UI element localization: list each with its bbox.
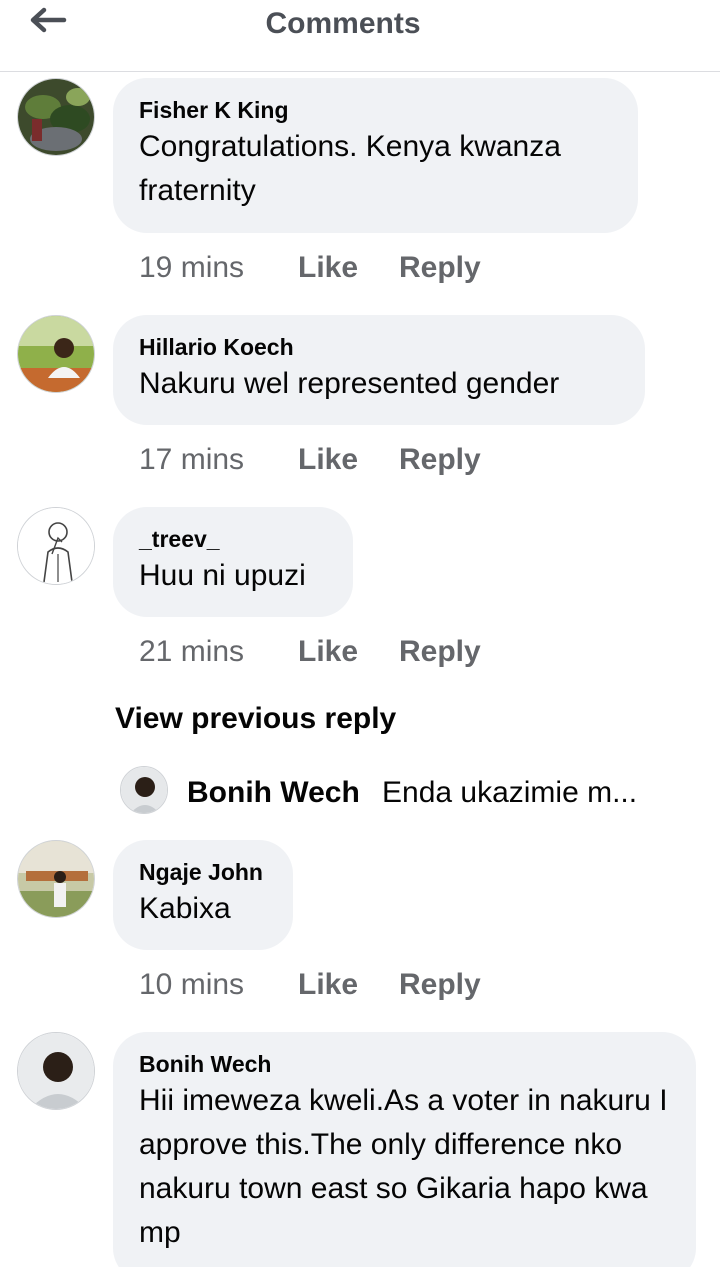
like-button[interactable]: Like bbox=[298, 442, 399, 478]
comment-text: Nakuru wel represented gender bbox=[139, 367, 560, 400]
comment-author[interactable]: Bonih Wech bbox=[139, 1049, 670, 1079]
avatar-photo bbox=[18, 841, 94, 917]
like-button[interactable]: Like bbox=[298, 967, 399, 1003]
comment-time[interactable]: 10 mins bbox=[139, 967, 298, 1003]
avatar[interactable] bbox=[17, 78, 95, 156]
avatar-photo bbox=[121, 767, 167, 813]
reply-author: Bonih Wech bbox=[187, 776, 360, 809]
avatar bbox=[120, 766, 168, 814]
avatar[interactable] bbox=[17, 840, 95, 918]
comment-bubble[interactable]: _treev_ Huu ni upuzi bbox=[113, 507, 353, 617]
avatar-sketch bbox=[18, 508, 94, 584]
comment-author[interactable]: _treev_ bbox=[139, 524, 327, 554]
reply-button[interactable]: Reply bbox=[399, 442, 481, 478]
comment-actions: 21 mins Like Reply bbox=[139, 634, 481, 670]
comment-text: Huu ni upuzi bbox=[139, 559, 306, 592]
comment-time[interactable]: 19 mins bbox=[139, 250, 298, 286]
avatar-photo bbox=[18, 79, 94, 155]
reply-button[interactable]: Reply bbox=[399, 250, 481, 286]
avatar-photo bbox=[18, 1033, 94, 1109]
comment-bubble[interactable]: Hillario Koech Nakuru wel represented ge… bbox=[113, 315, 645, 425]
avatar[interactable] bbox=[17, 1032, 95, 1110]
comment-text: Hii imeweza kweli.As a voter in nakuru I… bbox=[139, 1084, 668, 1249]
like-button[interactable]: Like bbox=[298, 250, 399, 286]
avatar[interactable] bbox=[17, 507, 95, 585]
comment-author[interactable]: Ngaje John bbox=[139, 857, 267, 887]
comment-bubble[interactable]: Bonih Wech Hii imeweza kweli.As a voter … bbox=[113, 1032, 696, 1267]
reply-snippet: Enda ukazimie m... bbox=[382, 776, 638, 809]
avatar-photo bbox=[18, 316, 94, 392]
comment-time[interactable]: 21 mins bbox=[139, 634, 298, 670]
comment-bubble[interactable]: Ngaje John Kabixa bbox=[113, 840, 293, 950]
page-title: Comments bbox=[265, 7, 421, 40]
comment-actions: 17 mins Like Reply bbox=[139, 442, 481, 478]
comment-actions: 10 mins Like Reply bbox=[139, 967, 481, 1003]
comment-actions: 19 mins Like Reply bbox=[139, 250, 481, 286]
reply-preview[interactable]: Bonih Wech Enda ukazimie m... bbox=[120, 766, 700, 816]
comment-text: Kabixa bbox=[139, 892, 231, 925]
view-previous-reply-link[interactable]: View previous reply bbox=[115, 702, 396, 736]
comment-text: Congratulations. Kenya kwanza fraternity bbox=[139, 130, 561, 207]
comments-header: Comments bbox=[0, 0, 720, 72]
reply-button[interactable]: Reply bbox=[399, 634, 481, 670]
comment-bubble[interactable]: Fisher K King Congratulations. Kenya kwa… bbox=[113, 78, 638, 233]
comment-author[interactable]: Fisher K King bbox=[139, 95, 612, 125]
comment-author[interactable]: Hillario Koech bbox=[139, 332, 619, 362]
reply-button[interactable]: Reply bbox=[399, 967, 481, 1003]
avatar[interactable] bbox=[17, 315, 95, 393]
like-button[interactable]: Like bbox=[298, 634, 399, 670]
comment-time[interactable]: 17 mins bbox=[139, 442, 298, 478]
